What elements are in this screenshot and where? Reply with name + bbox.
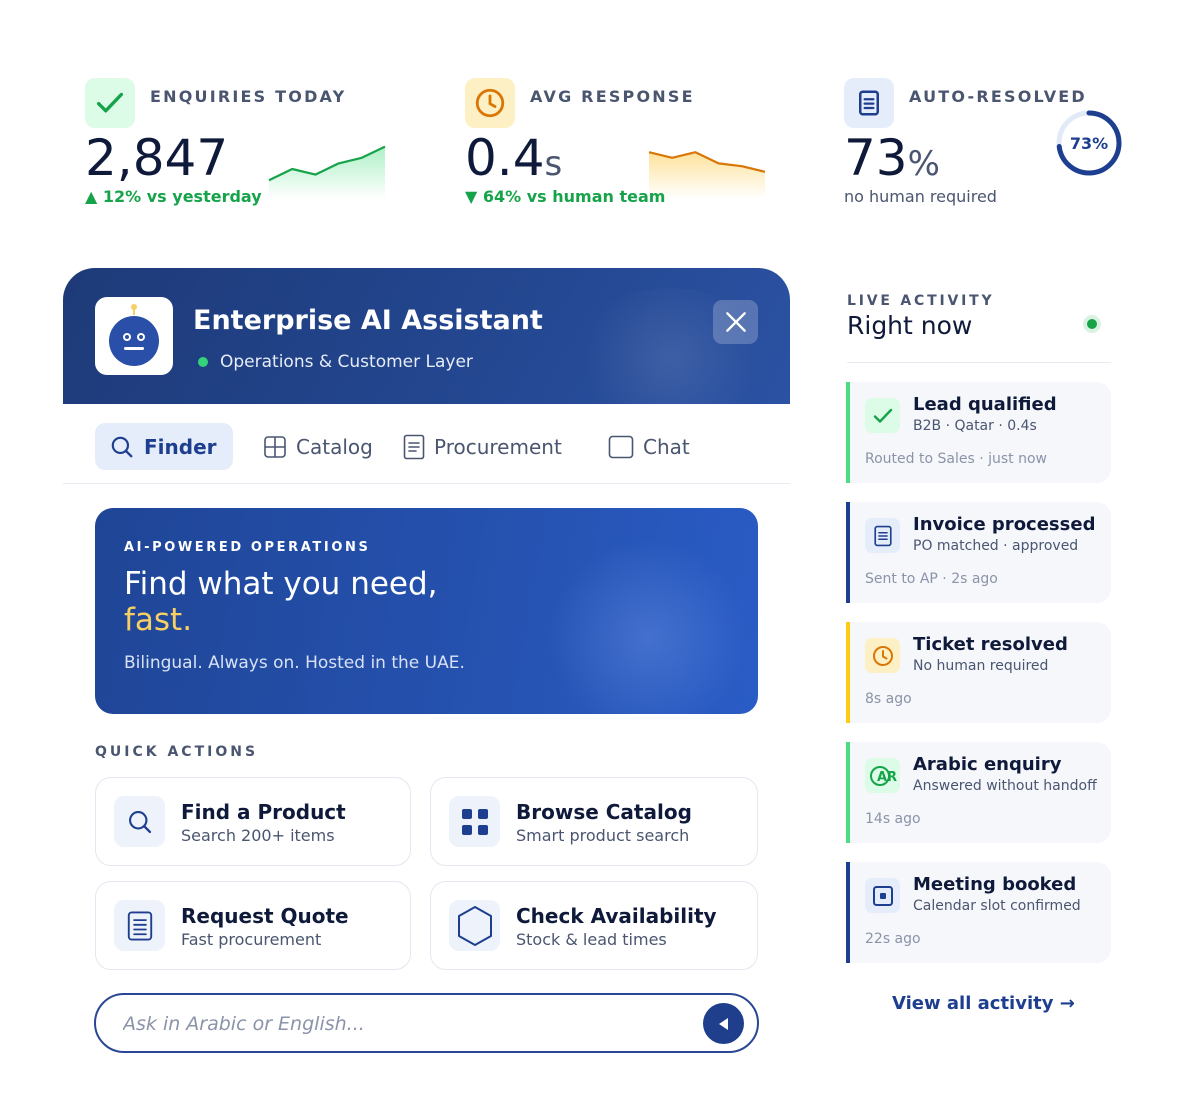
activity-time: Routed to Sales · just now: [865, 451, 1047, 467]
quick-action-title: Request Quote: [181, 904, 349, 928]
quick-action-title: Find a Product: [181, 800, 346, 824]
tab-procurement[interactable]: Procurement: [403, 423, 562, 470]
activity-item-meeting-booked[interactable]: Meeting booked Calendar slot confirmed 2…: [846, 862, 1111, 963]
live-activity-title: Right now: [847, 311, 973, 340]
assistant-title: Enterprise AI Assistant: [193, 305, 543, 336]
stat-footnote: ▲ 12% vs yesterday: [85, 187, 262, 206]
activity-item-invoice-processed[interactable]: Invoice processed PO matched · approved …: [846, 502, 1111, 603]
tab-finder[interactable]: Finder: [95, 423, 233, 470]
tab-catalog[interactable]: Catalog: [263, 423, 373, 470]
stat-footnote: no human required: [844, 187, 997, 206]
hero-accent: fast.: [124, 602, 193, 638]
search-icon: [111, 436, 133, 457]
activity-subtitle: Answered without handoff: [913, 778, 1097, 794]
quick-action-request-quote[interactable]: Request Quote Fast procurement: [95, 881, 411, 970]
live-status-dot: [1087, 319, 1097, 329]
assistant-header: Enterprise AI Assistant Operations & Cus…: [63, 268, 790, 404]
activity-item-ticket-resolved[interactable]: Ticket resolved No human required 8s ago: [846, 622, 1111, 723]
activity-time: Sent to AP · 2s ago: [865, 571, 998, 587]
activity-subtitle: Calendar slot confirmed: [913, 898, 1081, 914]
hero-title: Find what you need,: [124, 566, 438, 602]
divider: [847, 362, 1111, 363]
clock-icon: [465, 78, 515, 128]
activity-title: Lead qualified: [913, 394, 1057, 415]
activity-subtitle: No human required: [913, 658, 1049, 674]
hero-eyebrow: AI-POWERED OPERATIONS: [124, 540, 371, 555]
stat-avg-response: AVG RESPONSE 0.4s ▼ 64% vs human team: [465, 78, 775, 208]
send-icon: [718, 1017, 728, 1030]
grid-icon: [449, 796, 500, 847]
stat-value: 0.4s: [465, 129, 563, 187]
check-icon: [865, 398, 900, 433]
document-icon: [865, 518, 900, 553]
ask-bar: [94, 993, 759, 1053]
send-button[interactable]: [703, 1003, 744, 1044]
activity-time: 22s ago: [865, 931, 921, 947]
enquiries-sparkline: [268, 145, 386, 199]
chat-icon: [608, 435, 634, 458]
assistant-tabs: Finder Catalog Procurement Chat: [63, 404, 790, 484]
hexagon-icon: [449, 900, 500, 951]
stat-enquiries-today: ENQUIRIES TODAY 2,847 ▲ 12% vs yesterday: [85, 78, 395, 208]
robot-icon: [95, 297, 173, 375]
quick-action-subtitle: Fast procurement: [181, 930, 322, 949]
close-icon: [725, 312, 746, 332]
stat-auto-resolved: AUTO-RESOLVED 73% no human required 73%: [844, 78, 1134, 208]
stat-label: AVG RESPONSE: [530, 87, 695, 106]
activity-title: Ticket resolved: [913, 634, 1068, 655]
quick-action-find-product[interactable]: Find a Product Search 200+ items: [95, 777, 411, 866]
stat-value: 2,847: [85, 129, 229, 187]
live-activity-eyebrow: LIVE ACTIVITY: [847, 293, 995, 309]
hero-banner: AI-POWERED OPERATIONS Find what you need…: [95, 508, 758, 714]
view-all-activity-link[interactable]: View all activity →: [892, 993, 1075, 1014]
quick-action-check-availability[interactable]: Check Availability Stock & lead times: [430, 881, 758, 970]
hero-description: Bilingual. Always on. Hosted in the UAE.: [124, 653, 465, 673]
activity-time: 8s ago: [865, 691, 912, 707]
stat-value: 73%: [844, 129, 940, 187]
quick-actions-heading: QUICK ACTIONS: [95, 744, 259, 760]
stat-footnote: ▼ 64% vs human team: [465, 187, 666, 206]
activity-time: 14s ago: [865, 811, 921, 827]
quick-action-browse-catalog[interactable]: Browse Catalog Smart product search: [430, 777, 758, 866]
svg-text:AR: AR: [877, 770, 897, 785]
stat-label: AUTO-RESOLVED: [909, 87, 1087, 106]
arabic-icon: AR: [865, 758, 900, 793]
sparkline-area: [649, 152, 765, 199]
quick-action-title: Check Availability: [516, 904, 717, 928]
quick-action-subtitle: Search 200+ items: [181, 826, 335, 845]
activity-item-lead-qualified[interactable]: Lead qualified B2B · Qatar · 0.4s Routed…: [846, 382, 1111, 483]
ask-input[interactable]: [123, 1007, 683, 1041]
document-icon: [114, 900, 165, 951]
close-button[interactable]: [713, 300, 758, 344]
clock-icon: [865, 638, 900, 673]
quick-action-title: Browse Catalog: [516, 800, 692, 824]
calendar-icon: [865, 878, 900, 913]
check-icon: [85, 78, 135, 128]
document-icon: [403, 434, 425, 459]
document-icon: [844, 78, 894, 128]
assistant-subtitle: Operations & Customer Layer: [198, 352, 473, 372]
activity-subtitle: B2B · Qatar · 0.4s: [913, 418, 1037, 434]
online-status-dot: [198, 357, 208, 367]
tab-chat[interactable]: Chat: [608, 423, 690, 470]
activity-title: Invoice processed: [913, 514, 1096, 535]
ring-label: 73%: [1070, 134, 1108, 153]
activity-title: Arabic enquiry: [913, 754, 1062, 775]
activity-title: Meeting booked: [913, 874, 1077, 895]
stat-label: ENQUIRIES TODAY: [150, 87, 347, 106]
activity-item-arabic-enquiry[interactable]: AR Arabic enquiry Answered without hando…: [846, 742, 1111, 843]
grid-icon: [264, 435, 286, 458]
activity-subtitle: PO matched · approved: [913, 538, 1079, 554]
quick-action-subtitle: Stock & lead times: [516, 930, 667, 949]
quick-action-subtitle: Smart product search: [516, 826, 690, 845]
auto-resolved-ring: 73%: [1056, 110, 1122, 176]
search-icon: [114, 796, 165, 847]
